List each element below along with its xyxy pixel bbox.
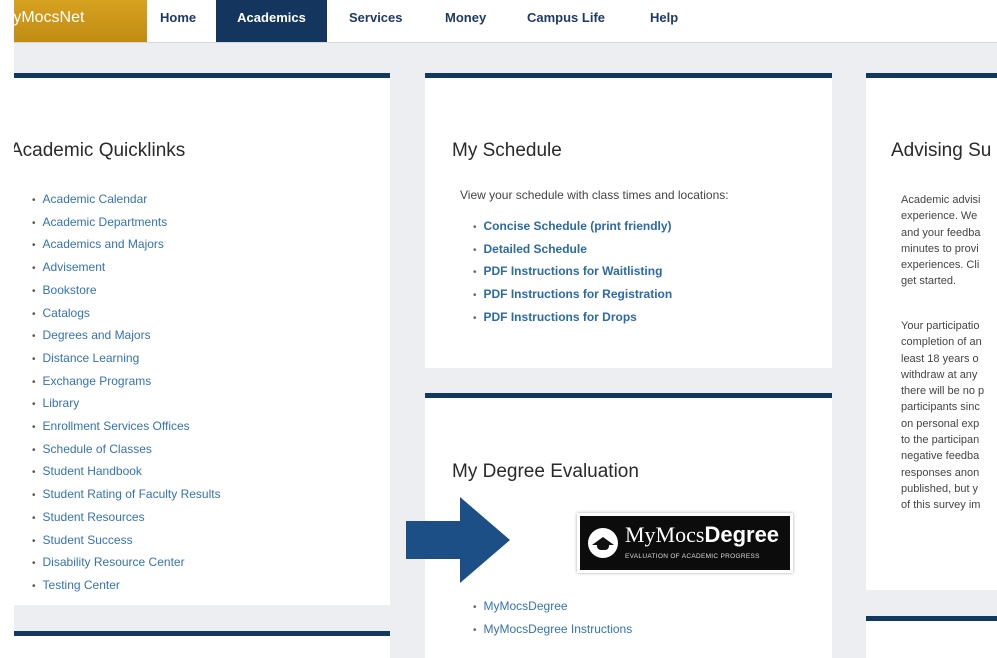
quicklink-item[interactable]: Schedule of Classes bbox=[32, 439, 221, 462]
nav-home[interactable]: Home bbox=[160, 0, 196, 42]
advising-text-line: least 18 years o bbox=[901, 352, 979, 365]
advising-text-line: Your participatio bbox=[901, 320, 980, 332]
schedule-link[interactable]: PDF Instructions for Waitlisting bbox=[473, 261, 672, 284]
quicklink-item[interactable]: Disability Resource Center bbox=[32, 552, 221, 575]
schedule-link[interactable]: Detailed Schedule bbox=[473, 239, 672, 262]
advising-text-line: negative feedba bbox=[901, 450, 980, 463]
quicklink-item[interactable]: Student Resources bbox=[32, 507, 221, 530]
advising-text-line: experience. We bbox=[901, 210, 978, 223]
brand-text: MyMocsNet bbox=[14, 9, 85, 26]
quicklink-item[interactable]: Student Handbook bbox=[32, 461, 221, 484]
advising-paragraph-2: Your participatio completion of an least… bbox=[901, 318, 997, 514]
degree-title: My Degree Evaluation bbox=[452, 461, 639, 482]
advising-card: Advising Su Academic advisi experience. … bbox=[866, 73, 997, 590]
schedule-card: My Schedule View your schedule with clas… bbox=[425, 73, 832, 368]
nav-academics[interactable]: Academics bbox=[216, 0, 327, 42]
logo-subtitle: EVALUATION OF ACADEMIC PROGRESS bbox=[625, 553, 760, 560]
advising-text-line: there will be no p bbox=[901, 385, 985, 398]
advising-text-line: withdraw at any bbox=[901, 368, 978, 381]
bottom-card-left bbox=[14, 631, 390, 658]
schedule-links: Concise Schedule (print friendly) Detail… bbox=[473, 216, 673, 330]
advising-text-line: on personal exp bbox=[901, 417, 980, 430]
nav-money[interactable]: Money bbox=[445, 0, 486, 42]
advising-text-line: get started. bbox=[901, 275, 957, 288]
quicklink-item[interactable]: Degrees and Majors bbox=[32, 325, 221, 348]
quicklink-item[interactable]: Distance Learning bbox=[32, 348, 221, 371]
quicklinks-list: Academic Calendar Academic Departments A… bbox=[32, 189, 221, 598]
quicklink-item[interactable]: Academic Calendar bbox=[32, 189, 221, 212]
advising-text-line: and your feedba bbox=[901, 226, 981, 239]
arrow-right-icon bbox=[406, 497, 510, 583]
quicklink-item[interactable]: Library bbox=[32, 393, 221, 416]
logo-background: MyMocsDegree EVALUATION OF ACADEMIC PROG… bbox=[580, 516, 790, 570]
quicklink-item[interactable]: Catalogs bbox=[32, 303, 221, 326]
advising-text-line: Academic advisi bbox=[901, 194, 981, 206]
degree-link[interactable]: MyMocsDegree bbox=[473, 596, 632, 619]
quicklink-item[interactable]: Academics and Majors bbox=[32, 234, 221, 257]
advising-text-line: of this survey im bbox=[901, 499, 981, 512]
advising-text-line: published, but y bbox=[901, 482, 979, 495]
quicklink-item[interactable]: Academic Departments bbox=[32, 212, 221, 235]
graduation-cap-icon bbox=[588, 528, 618, 558]
schedule-link[interactable]: Concise Schedule (print friendly) bbox=[473, 216, 672, 239]
quicklink-item[interactable]: Exchange Programs bbox=[32, 371, 221, 394]
schedule-link[interactable]: PDF Instructions for Drops bbox=[473, 307, 672, 330]
advising-text-line: completion of an bbox=[901, 336, 982, 349]
schedule-title: My Schedule bbox=[452, 140, 562, 161]
quicklink-item[interactable]: Bookstore bbox=[32, 280, 221, 303]
quicklink-item[interactable]: Enrollment Services Offices bbox=[32, 416, 221, 439]
logo-title: MyMocsDegree bbox=[625, 522, 779, 548]
top-navigation: MyMocsNet Home Academics Services Money … bbox=[14, 0, 997, 43]
quicklinks-card: Academic Quicklinks Academic Calendar Ac… bbox=[14, 73, 390, 605]
quicklink-item[interactable]: Testing Center bbox=[32, 575, 221, 598]
brand-logo[interactable]: MyMocsNet bbox=[14, 0, 147, 42]
logo-title-bold: Degree bbox=[704, 522, 780, 547]
degree-links: MyMocsDegree MyMocsDegree Instructions bbox=[473, 596, 633, 642]
quicklink-item[interactable]: Student Rating of Faculty Results bbox=[32, 484, 221, 507]
advising-text-line: minutes to provi bbox=[901, 242, 979, 255]
degree-link[interactable]: MyMocsDegree Instructions bbox=[473, 619, 633, 642]
advising-text-line: experiences. Cli bbox=[901, 259, 980, 272]
logo-title-light: MyMocs bbox=[625, 522, 705, 547]
advising-paragraph-1: Academic advisi experience. We and your … bbox=[901, 192, 997, 290]
page-frame: MyMocsNet Home Academics Services Money … bbox=[14, 0, 997, 658]
schedule-intro: View your schedule with class times and … bbox=[460, 188, 729, 202]
nav-help[interactable]: Help bbox=[650, 0, 678, 42]
advising-text-line: to the participan bbox=[901, 434, 980, 447]
schedule-link[interactable]: PDF Instructions for Registration bbox=[473, 284, 673, 307]
advising-text-line: participants sinc bbox=[901, 401, 980, 414]
nav-services[interactable]: Services bbox=[349, 0, 403, 42]
nav-campus-life[interactable]: Campus Life bbox=[527, 0, 605, 42]
bottom-card-right bbox=[866, 616, 997, 658]
quicklink-item[interactable]: Advisement bbox=[32, 257, 221, 280]
quicklink-item[interactable]: Student Success bbox=[32, 530, 221, 553]
mymocsdegree-logo[interactable]: MyMocsDegree EVALUATION OF ACADEMIC PROG… bbox=[577, 513, 793, 573]
advising-title: Advising Su bbox=[891, 140, 992, 161]
advising-text-line: responses anon bbox=[901, 466, 980, 479]
quicklinks-title: Academic Quicklinks bbox=[14, 140, 186, 161]
